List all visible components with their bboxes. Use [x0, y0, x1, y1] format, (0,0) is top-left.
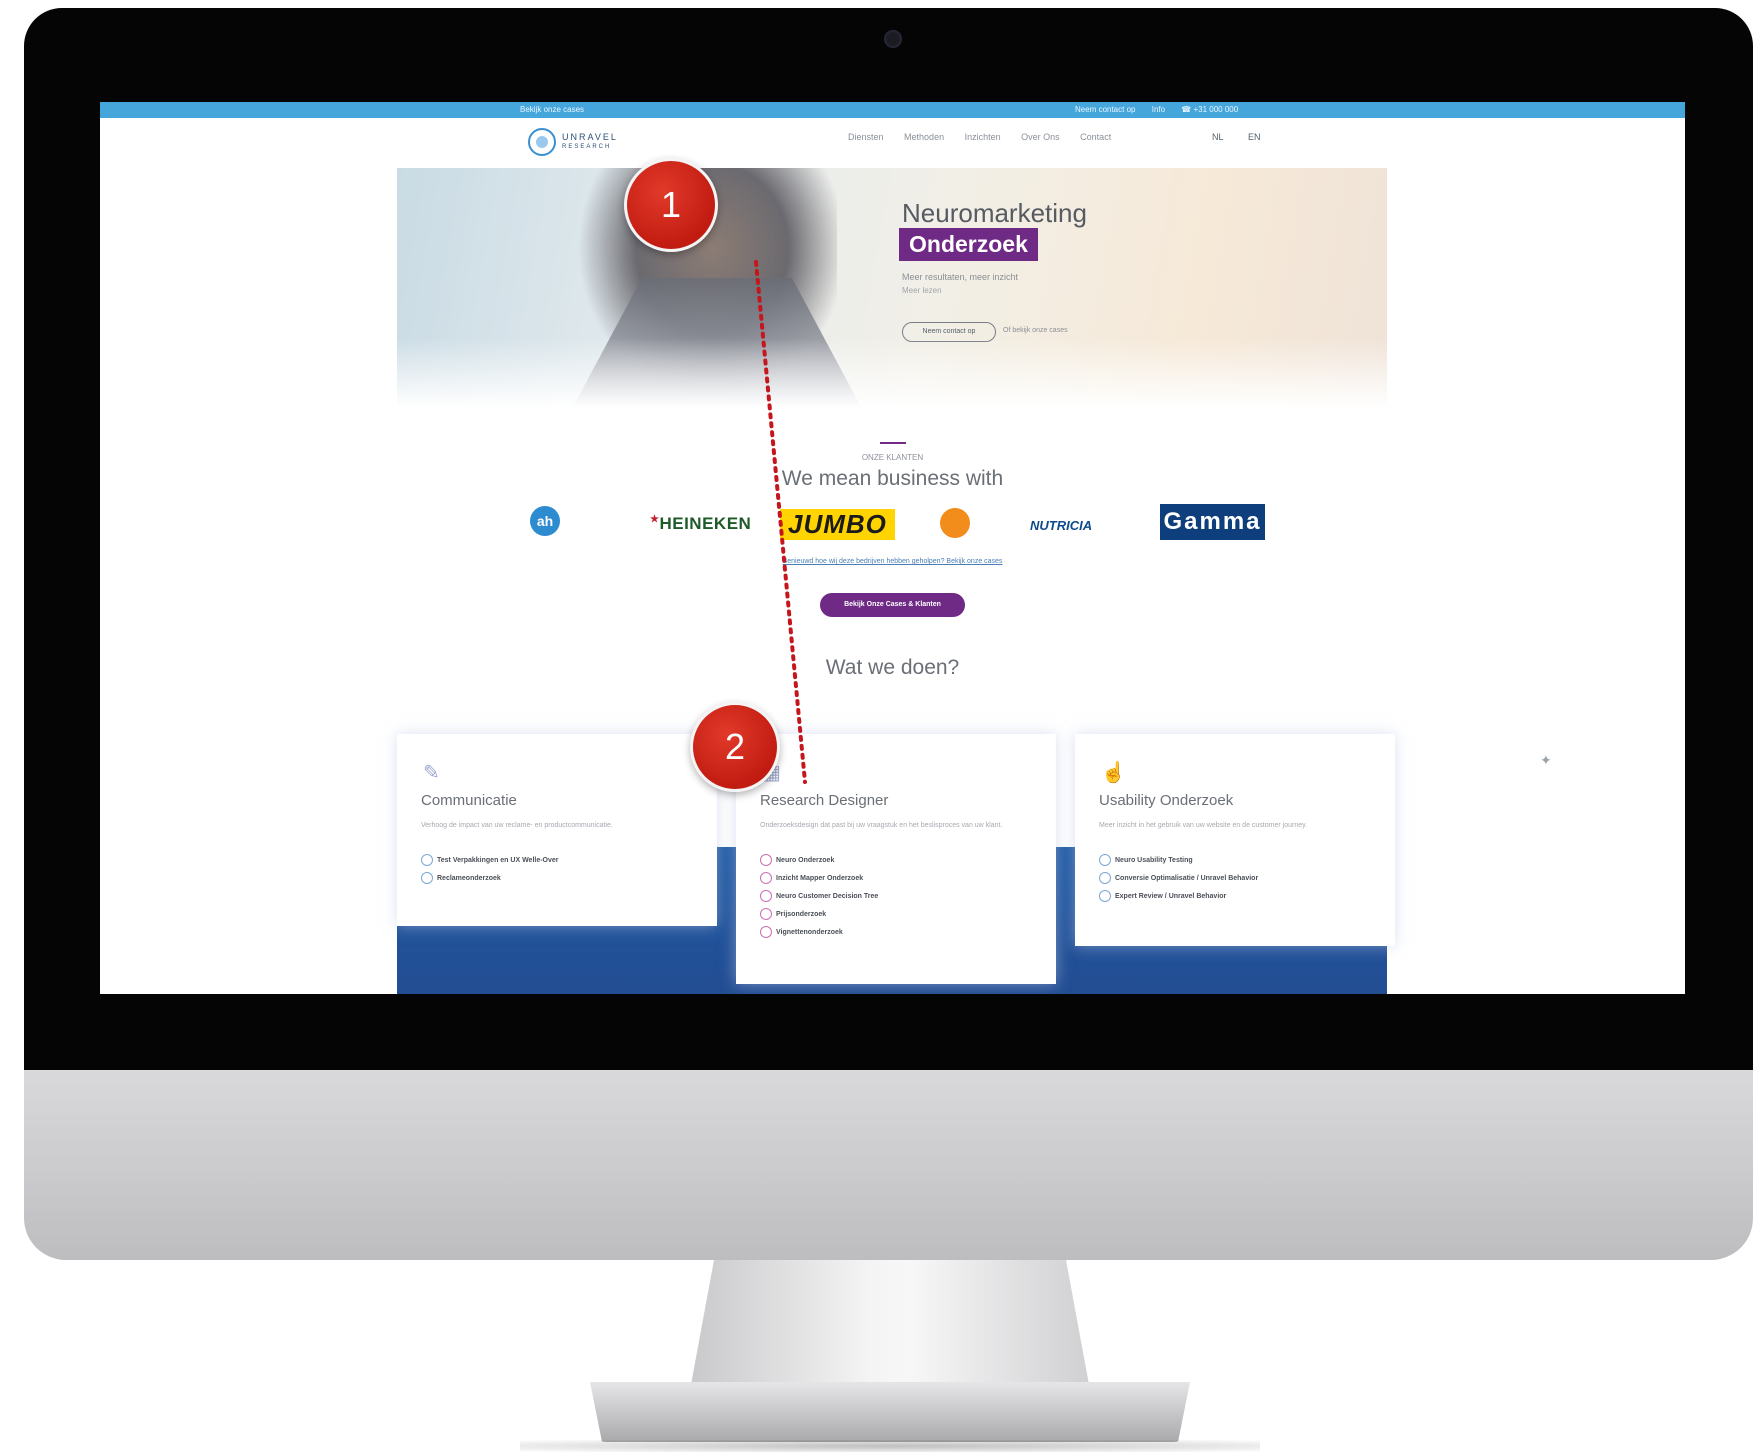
lang-nl[interactable]: NL [1212, 132, 1224, 142]
card-list: Neuro Usability Testing Conversie Optima… [1099, 854, 1258, 908]
clients-divider [880, 442, 906, 444]
list-item[interactable]: Vignettenonderzoek [760, 926, 878, 944]
client-logo-ah: ah [530, 506, 560, 536]
check-icon [760, 926, 772, 938]
nav-item-over-ons[interactable]: Over Ons [1021, 132, 1060, 142]
lang-en[interactable]: EN [1248, 132, 1261, 142]
ah-logo-mark: ah [530, 506, 560, 536]
hero-title: Neuromarketing [902, 198, 1087, 228]
list-item[interactable]: Neuro Usability Testing [1099, 854, 1258, 872]
cursor-sparkle-icon: ✦ [1540, 752, 1552, 768]
topbar-cases-link[interactable]: Bekijk onze cases [520, 105, 584, 114]
clients-cases-link[interactable]: Benieuwd hoe wij deze bedrijven hebben g… [100, 558, 1685, 565]
topbar-info-link[interactable]: Info [1152, 105, 1165, 114]
services-heading: Wat we doen? [825, 656, 960, 679]
client-logos: ah ★HEINEKEN JUMBO NUTRICIA Gamma [530, 502, 1270, 546]
topbar-contact-link[interactable]: Neem contact op [1075, 105, 1135, 114]
check-icon [1099, 854, 1111, 866]
client-logo-gamma: Gamma [1160, 504, 1265, 540]
check-icon [760, 908, 772, 920]
logo-mark-icon [528, 128, 556, 156]
list-item[interactable]: Test Verpakkingen en UX Welle-Over [421, 854, 559, 872]
client-logo-nutricia: NUTRICIA [1030, 518, 1093, 533]
list-item[interactable]: Conversie Optimalisatie / Unravel Behavi… [1099, 872, 1258, 890]
hand-pointer-icon: ☝ [1101, 762, 1126, 784]
main-navbar: UNRAVEL RESEARCH Diensten Methoden Inzic… [100, 118, 1685, 168]
imac-chin [24, 1070, 1753, 1260]
quill-icon: ✎ [423, 762, 440, 784]
nav-item-diensten[interactable]: Diensten [848, 132, 884, 142]
cases-button[interactable]: Bekijk Onze Cases & Klanten [820, 593, 965, 617]
hero-read-more[interactable]: Meer lezen [902, 286, 942, 295]
imac-stand-foot [590, 1382, 1190, 1442]
list-item[interactable]: Inzicht Mapper Onderzoek [760, 872, 878, 890]
card-title: Usability Onderzoek [1099, 792, 1234, 809]
list-item[interactable]: Neuro Onderzoek [760, 854, 878, 872]
hero-banner: Neuromarketing Onderzoek Meer resultaten… [397, 168, 1387, 408]
clients-heading: We mean business with [781, 467, 1004, 490]
logo-sub: RESEARCH [562, 144, 612, 150]
service-card-usability[interactable]: ☝ Usability Onderzoek Meer inzicht in he… [1075, 734, 1395, 946]
nav-item-contact[interactable]: Contact [1080, 132, 1111, 142]
list-item[interactable]: Neuro Customer Decision Tree [760, 890, 878, 908]
card-description: Meer inzicht in het gebruik van uw websi… [1099, 822, 1308, 829]
language-switcher: NL EN [1212, 132, 1283, 142]
service-card-communicatie[interactable]: ✎ Communicatie Verhoog de impact van uw … [397, 734, 717, 926]
top-info-bar: Bekijk onze cases Neem contact op Info ☎… [100, 102, 1685, 118]
hero-subtitle: Meer resultaten, meer inzicht [902, 272, 1019, 282]
clients-label: ONZE KLANTEN [861, 453, 924, 462]
list-item[interactable]: Prijsonderzoek [760, 908, 878, 926]
imac-stand-neck [690, 1260, 1090, 1390]
check-icon [760, 872, 772, 884]
topbar-right: Neem contact op Info ☎ +31 000 000 [1075, 105, 1252, 114]
check-icon [760, 854, 772, 866]
site-logo[interactable]: UNRAVEL RESEARCH [528, 126, 628, 158]
nav-item-methoden[interactable]: Methoden [904, 132, 944, 142]
client-logo-heineken: ★HEINEKEN [650, 514, 751, 534]
hero-cases-link[interactable]: Of bekijk onze cases [1003, 327, 1068, 334]
heineken-wordmark: HEINEKEN [659, 514, 752, 533]
service-card-research-designer[interactable]: ▦ Research Designer Onderzoeksdesign dat… [736, 734, 1056, 984]
card-list: Neuro Onderzoek Inzicht Mapper Onderzoek… [760, 854, 878, 944]
logo-name: UNRAVEL [562, 132, 618, 142]
check-icon [1099, 890, 1111, 902]
client-logo-jumbo: JUMBO [780, 509, 895, 540]
card-description: Verhoog de impact van uw reclame- en pro… [421, 822, 613, 829]
step-marker-1: 1 [624, 158, 718, 252]
imac-shadow [520, 1440, 1260, 1452]
list-item[interactable]: Reclameonderzoek [421, 872, 559, 890]
camera-icon [884, 30, 902, 48]
check-icon [421, 854, 433, 866]
nav-item-inzichten[interactable]: Inzichten [965, 132, 1001, 142]
hero-fade [397, 338, 1387, 408]
check-icon [421, 872, 433, 884]
hero-badge: Onderzoek [899, 228, 1038, 261]
card-title: Research Designer [760, 792, 889, 809]
step-marker-2: 2 [690, 702, 780, 792]
website-screen: Bekijk onze cases Neem contact op Info ☎… [100, 102, 1685, 994]
card-title: Communicatie [421, 792, 517, 809]
list-item[interactable]: Expert Review / Unravel Behavior [1099, 890, 1258, 908]
client-logo-orange [940, 508, 970, 538]
check-icon [1099, 872, 1111, 884]
topbar-phone-link[interactable]: ☎ +31 000 000 [1181, 105, 1238, 114]
check-icon [760, 890, 772, 902]
card-description: Onderzoeksdesign dat past bij uw vraagst… [760, 822, 1003, 829]
nav-menu: Diensten Methoden Inzichten Over Ons Con… [848, 132, 1129, 142]
card-list: Test Verpakkingen en UX Welle-Over Recla… [421, 854, 559, 890]
